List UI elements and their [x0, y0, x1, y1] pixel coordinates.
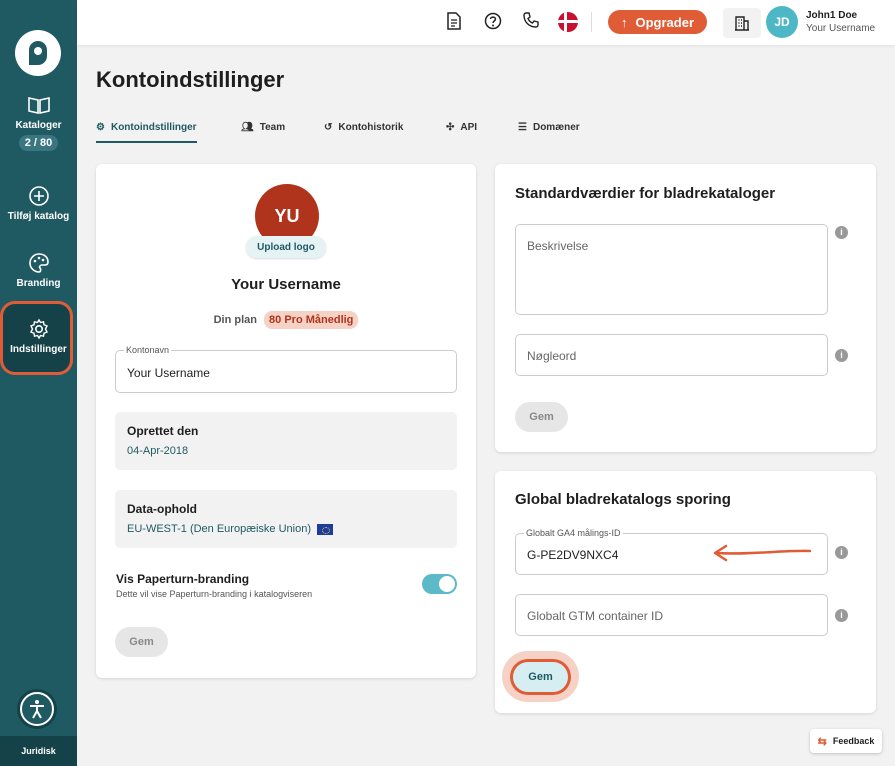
catalog-count-badge: 2 / 80	[18, 135, 59, 151]
feedback-label: Feedback	[832, 736, 875, 746]
sidebar-item-tilfoej-katalog[interactable]: Tilføj katalog	[0, 185, 77, 222]
branding-toggle[interactable]	[422, 574, 457, 594]
ga4-value: G-PE2DV9NXC4	[527, 548, 619, 562]
branding-title: Vis Paperturn-branding	[116, 572, 250, 586]
sidebar-item-indstillinger[interactable]: Indstillinger	[0, 318, 77, 355]
data-residency-text: EU-WEST-1 (Den Europæiske Union)	[127, 523, 312, 535]
user-name: John1 Doe	[806, 10, 858, 21]
tab-label: API	[460, 122, 478, 133]
document-icon[interactable]	[444, 12, 464, 32]
plan-label: Din plan	[213, 314, 257, 326]
paperturn-logo[interactable]	[15, 30, 61, 76]
accessibility-button[interactable]	[20, 692, 54, 726]
branding-description: Dette vil vise Paperturn-branding i kata…	[116, 589, 313, 599]
plan-row: Din plan 80 Pro Månedlig	[96, 311, 476, 329]
tab-team[interactable]: 👥︎ Team	[241, 122, 285, 133]
created-label: Oprettet den	[127, 424, 199, 438]
sidebar-item-label: Kataloger	[15, 120, 62, 131]
divider	[591, 12, 592, 32]
tracking-title: Global bladrekatalogs sporing	[515, 491, 731, 508]
language-flag-icon[interactable]	[558, 12, 578, 32]
plus-circle-icon	[28, 186, 49, 206]
keywords-placeholder: Nøgleord	[527, 349, 577, 363]
created-box: Oprettet den 04-Apr-2018	[115, 412, 457, 470]
data-residency-box: Data-ophold EU-WEST-1 (Den Europæiske Un…	[115, 490, 457, 548]
page-title: Kontoindstillinger	[96, 67, 285, 92]
info-icon[interactable]: i	[835, 546, 848, 559]
info-icon[interactable]: i	[835, 609, 848, 622]
help-icon[interactable]	[483, 12, 503, 32]
tab-kontoindstillinger[interactable]: ⚙ Kontoindstillinger	[96, 122, 197, 143]
history-icon: ↺	[324, 122, 333, 133]
gtm-placeholder: Globalt GTM container ID	[527, 609, 664, 623]
account-name-label: Kontonavn	[124, 345, 172, 355]
defaults-card: Standardværdier for bladrekataloger Besk…	[495, 164, 876, 452]
sidebar: Kataloger 2 / 80 Tilføj katalog Branding…	[0, 0, 77, 766]
eu-flag-icon	[317, 523, 334, 535]
tab-label: Domæner	[532, 122, 580, 133]
data-residency-label: Data-ophold	[127, 502, 197, 516]
feedback-button[interactable]: ⇆ Feedback	[810, 729, 882, 753]
tab-api[interactable]: ✣ API	[446, 122, 477, 133]
description-placeholder: Beskrivelse	[527, 239, 589, 253]
defaults-title: Standardværdier for bladrekataloger	[515, 185, 776, 202]
annotation-arrow-icon	[713, 544, 812, 562]
user-username: Your Username	[806, 23, 876, 34]
tab-label: Kontoindstillinger	[110, 122, 197, 133]
palette-icon	[28, 253, 49, 273]
gtm-field[interactable]: Globalt GTM container ID	[515, 594, 828, 636]
sidebar-item-label: Tilføj katalog	[7, 211, 70, 222]
tab-domaener[interactable]: ☰ Domæner	[518, 122, 580, 133]
account-username: Your Username	[231, 276, 341, 293]
legal-link[interactable]: Juridisk	[0, 736, 77, 766]
server-icon: ☰	[518, 122, 527, 133]
account-name-value: Your Username	[127, 366, 210, 380]
tab-kontohistorik[interactable]: ↺ Kontohistorik	[324, 122, 403, 133]
api-icon: ✣	[446, 122, 455, 133]
gear-icon: ⚙	[96, 122, 105, 133]
upgrade-label: Opgrader	[635, 14, 694, 30]
tab-label: Kontohistorik	[338, 122, 404, 133]
users-icon: 👥︎	[241, 122, 254, 133]
account-save-button[interactable]: Gem	[115, 627, 168, 657]
sidebar-item-branding[interactable]: Branding	[0, 252, 77, 289]
upgrade-button[interactable]: ↑ Opgrader	[608, 10, 707, 34]
created-value: 04-Apr-2018	[127, 445, 188, 457]
user-avatar[interactable]: JD	[766, 6, 798, 38]
feedback-icon: ⇆	[817, 735, 827, 748]
info-icon[interactable]: i	[835, 349, 848, 362]
top-bar: ↑ Opgrader JD John1 Doe Your Username	[77, 0, 895, 45]
tracking-card: Global bladrekatalogs sporing Globalt GA…	[495, 471, 876, 713]
sidebar-item-label: Branding	[16, 278, 61, 289]
accessibility-icon	[30, 700, 44, 719]
upload-logo-button[interactable]: Upload logo	[246, 236, 326, 258]
created-date: 04-Apr-2018	[127, 445, 189, 457]
gear-icon	[29, 318, 48, 340]
account-card: YU Upload logo Your Username Din plan 80…	[96, 164, 476, 678]
sidebar-item-label: Indstillinger	[10, 344, 67, 355]
data-residency-value: EU-WEST-1 (Den Europæiske Union)	[127, 523, 334, 535]
building-icon[interactable]	[723, 8, 761, 38]
ga4-label: Globalt GA4 målings-ID	[524, 528, 623, 538]
tracking-save-button[interactable]: Gem	[513, 662, 568, 692]
info-icon[interactable]: i	[835, 226, 848, 239]
defaults-save-button[interactable]: Gem	[515, 402, 568, 432]
keywords-field[interactable]: Nøgleord	[515, 334, 828, 376]
plan-badge: 80 Pro Månedlig	[264, 311, 359, 329]
sidebar-item-kataloger[interactable]: Kataloger 2 / 80	[0, 94, 77, 151]
tab-label: Team	[259, 122, 286, 133]
description-field[interactable]: Beskrivelse	[515, 224, 828, 315]
phone-icon[interactable]	[521, 12, 541, 32]
account-name-field[interactable]: Kontonavn Your Username	[115, 345, 457, 393]
arrow-up-icon: ↑	[620, 14, 628, 30]
book-open-icon	[27, 97, 50, 114]
